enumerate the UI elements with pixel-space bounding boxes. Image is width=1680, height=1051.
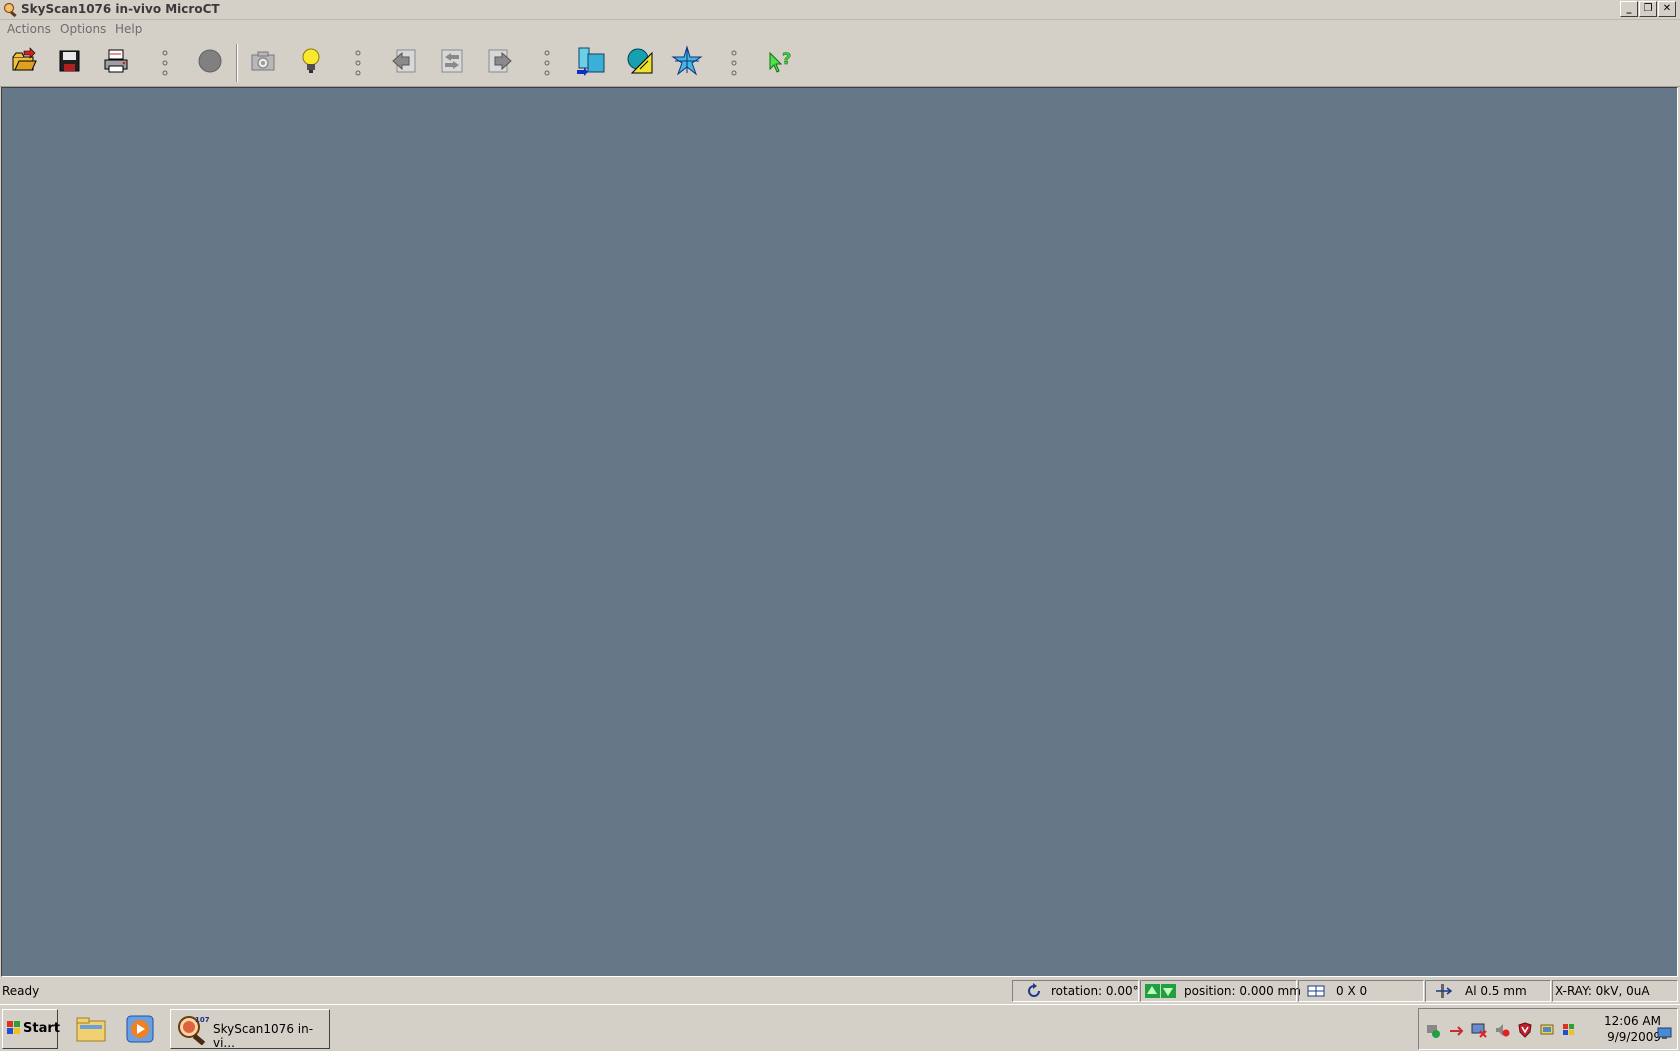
xray-value: X-RAY: 0kV, 0uA (1555, 984, 1650, 998)
clock-date: 9/9/2009 (1607, 1030, 1661, 1044)
window-title: SkyScan1076 in-vivo MicroCT (21, 2, 220, 16)
toolbar-grip[interactable] (542, 48, 552, 78)
media-player-icon (126, 1015, 154, 1043)
close-button[interactable]: ✕ (1658, 1, 1676, 17)
camera-button[interactable] (247, 45, 279, 77)
xray-pane: X-RAY: 0kV, 0uA (1552, 980, 1678, 1002)
rotation-pane: rotation: 0.00° (1012, 980, 1139, 1002)
network-disconnected-icon[interactable] (1471, 1022, 1487, 1038)
skyscan-app-icon[interactable] (3, 2, 19, 18)
taskbar: Start 1076 SkyScan1076 in-vi... (0, 1004, 1680, 1051)
open-button[interactable] (7, 45, 39, 77)
restore-button[interactable]: ❐ (1639, 1, 1657, 17)
position-pane: position: 0.000 mm (1140, 980, 1301, 1002)
star-crosshair-icon (671, 45, 703, 76)
usb-device-icon[interactable] (1448, 1022, 1464, 1038)
position-value: position: 0.000 mm (1184, 984, 1301, 998)
image-size-value: 0 X 0 (1336, 984, 1368, 998)
status-bar: Ready rotation: 0.00° position: 0.000 mm… (0, 980, 1680, 1002)
context-help-button[interactable]: ? (765, 45, 797, 77)
filter-icon (1435, 983, 1453, 999)
toolbar: ? (0, 41, 1680, 87)
printer-icon (104, 49, 128, 73)
display-icon[interactable] (1540, 1022, 1556, 1038)
menu-options[interactable]: Options (60, 22, 106, 36)
show-desktop-icon[interactable] (1657, 1025, 1673, 1041)
swap-button[interactable] (436, 45, 468, 77)
move-right-button[interactable] (483, 45, 515, 77)
position-arrows-icon (1144, 983, 1178, 999)
lightbulb-icon (302, 48, 320, 73)
toolbar-grip[interactable] (353, 48, 363, 78)
menu-bar: Actions Options Help (0, 20, 1680, 40)
record-circle-icon (198, 49, 222, 73)
rotation-icon (1025, 983, 1043, 999)
copy-images-icon (577, 47, 605, 76)
filter-pane: Al 0.5 mm (1425, 980, 1551, 1002)
title-bar[interactable]: SkyScan1076 in-vivo MicroCT _ ❐ ✕ (0, 0, 1680, 20)
toolbar-grip[interactable] (729, 48, 739, 78)
print-button[interactable] (100, 45, 132, 77)
toolbar-grip[interactable] (160, 48, 170, 78)
system-tray: 12:06 AM 9/9/2009 (1418, 1008, 1678, 1050)
camera-icon (251, 51, 275, 71)
save-floppy-icon (59, 50, 80, 72)
taskbar-item-label: SkyScan1076 in-vi... (213, 1022, 314, 1050)
clock[interactable]: 12:06 AM 9/9/2009 (1599, 1013, 1661, 1045)
menu-help[interactable]: Help (115, 22, 142, 36)
save-button[interactable] (53, 45, 85, 77)
arrow-left-icon (392, 49, 416, 73)
start-label: Start (23, 1021, 60, 1036)
record-button[interactable] (194, 45, 226, 77)
toolbar-separator (236, 44, 238, 82)
open-folder-icon (12, 47, 37, 71)
taskbar-item-skyscan[interactable]: 1076 SkyScan1076 in-vi... (170, 1009, 330, 1050)
context-help-icon: ? (769, 49, 792, 73)
skyscan-task-icon: 1076 (175, 1013, 215, 1046)
menu-actions[interactable]: Actions (7, 22, 51, 36)
rotation-value: rotation: 0.00° (1051, 984, 1139, 998)
clock-time: 12:06 AM (1604, 1014, 1661, 1028)
volume-muted-icon[interactable] (1494, 1022, 1510, 1038)
acquisition-button[interactable] (575, 45, 607, 77)
reconstruction-button[interactable] (671, 45, 703, 77)
minimize-button[interactable]: _ (1620, 1, 1638, 17)
network-shield-icon[interactable] (1425, 1022, 1441, 1038)
svg-text:?: ? (782, 49, 791, 68)
image-size-pane: 0 X 0 (1298, 980, 1424, 1002)
sphere-ruler-icon (627, 48, 653, 74)
move-left-button[interactable] (389, 45, 421, 77)
xray-source-button[interactable] (295, 45, 327, 77)
quick-launch-explorer[interactable] (74, 1012, 108, 1046)
image-grid-icon (1307, 983, 1325, 999)
status-text: Ready (2, 984, 40, 998)
explorer-folder-icon (76, 1017, 106, 1042)
arrow-right-icon (488, 49, 512, 73)
antivirus-shield-icon[interactable] (1517, 1022, 1533, 1038)
swap-arrows-icon (441, 49, 463, 73)
image-viewport[interactable] (1, 87, 1678, 977)
quick-launch-media-player[interactable] (123, 1012, 157, 1046)
svg-text:1076: 1076 (195, 1016, 209, 1024)
windows-logo-icon (6, 1020, 22, 1036)
calibration-button[interactable] (624, 45, 656, 77)
start-button[interactable]: Start (2, 1009, 60, 1049)
windows-flag-icon[interactable] (1561, 1022, 1577, 1038)
filter-value: Al 0.5 mm (1465, 984, 1527, 998)
